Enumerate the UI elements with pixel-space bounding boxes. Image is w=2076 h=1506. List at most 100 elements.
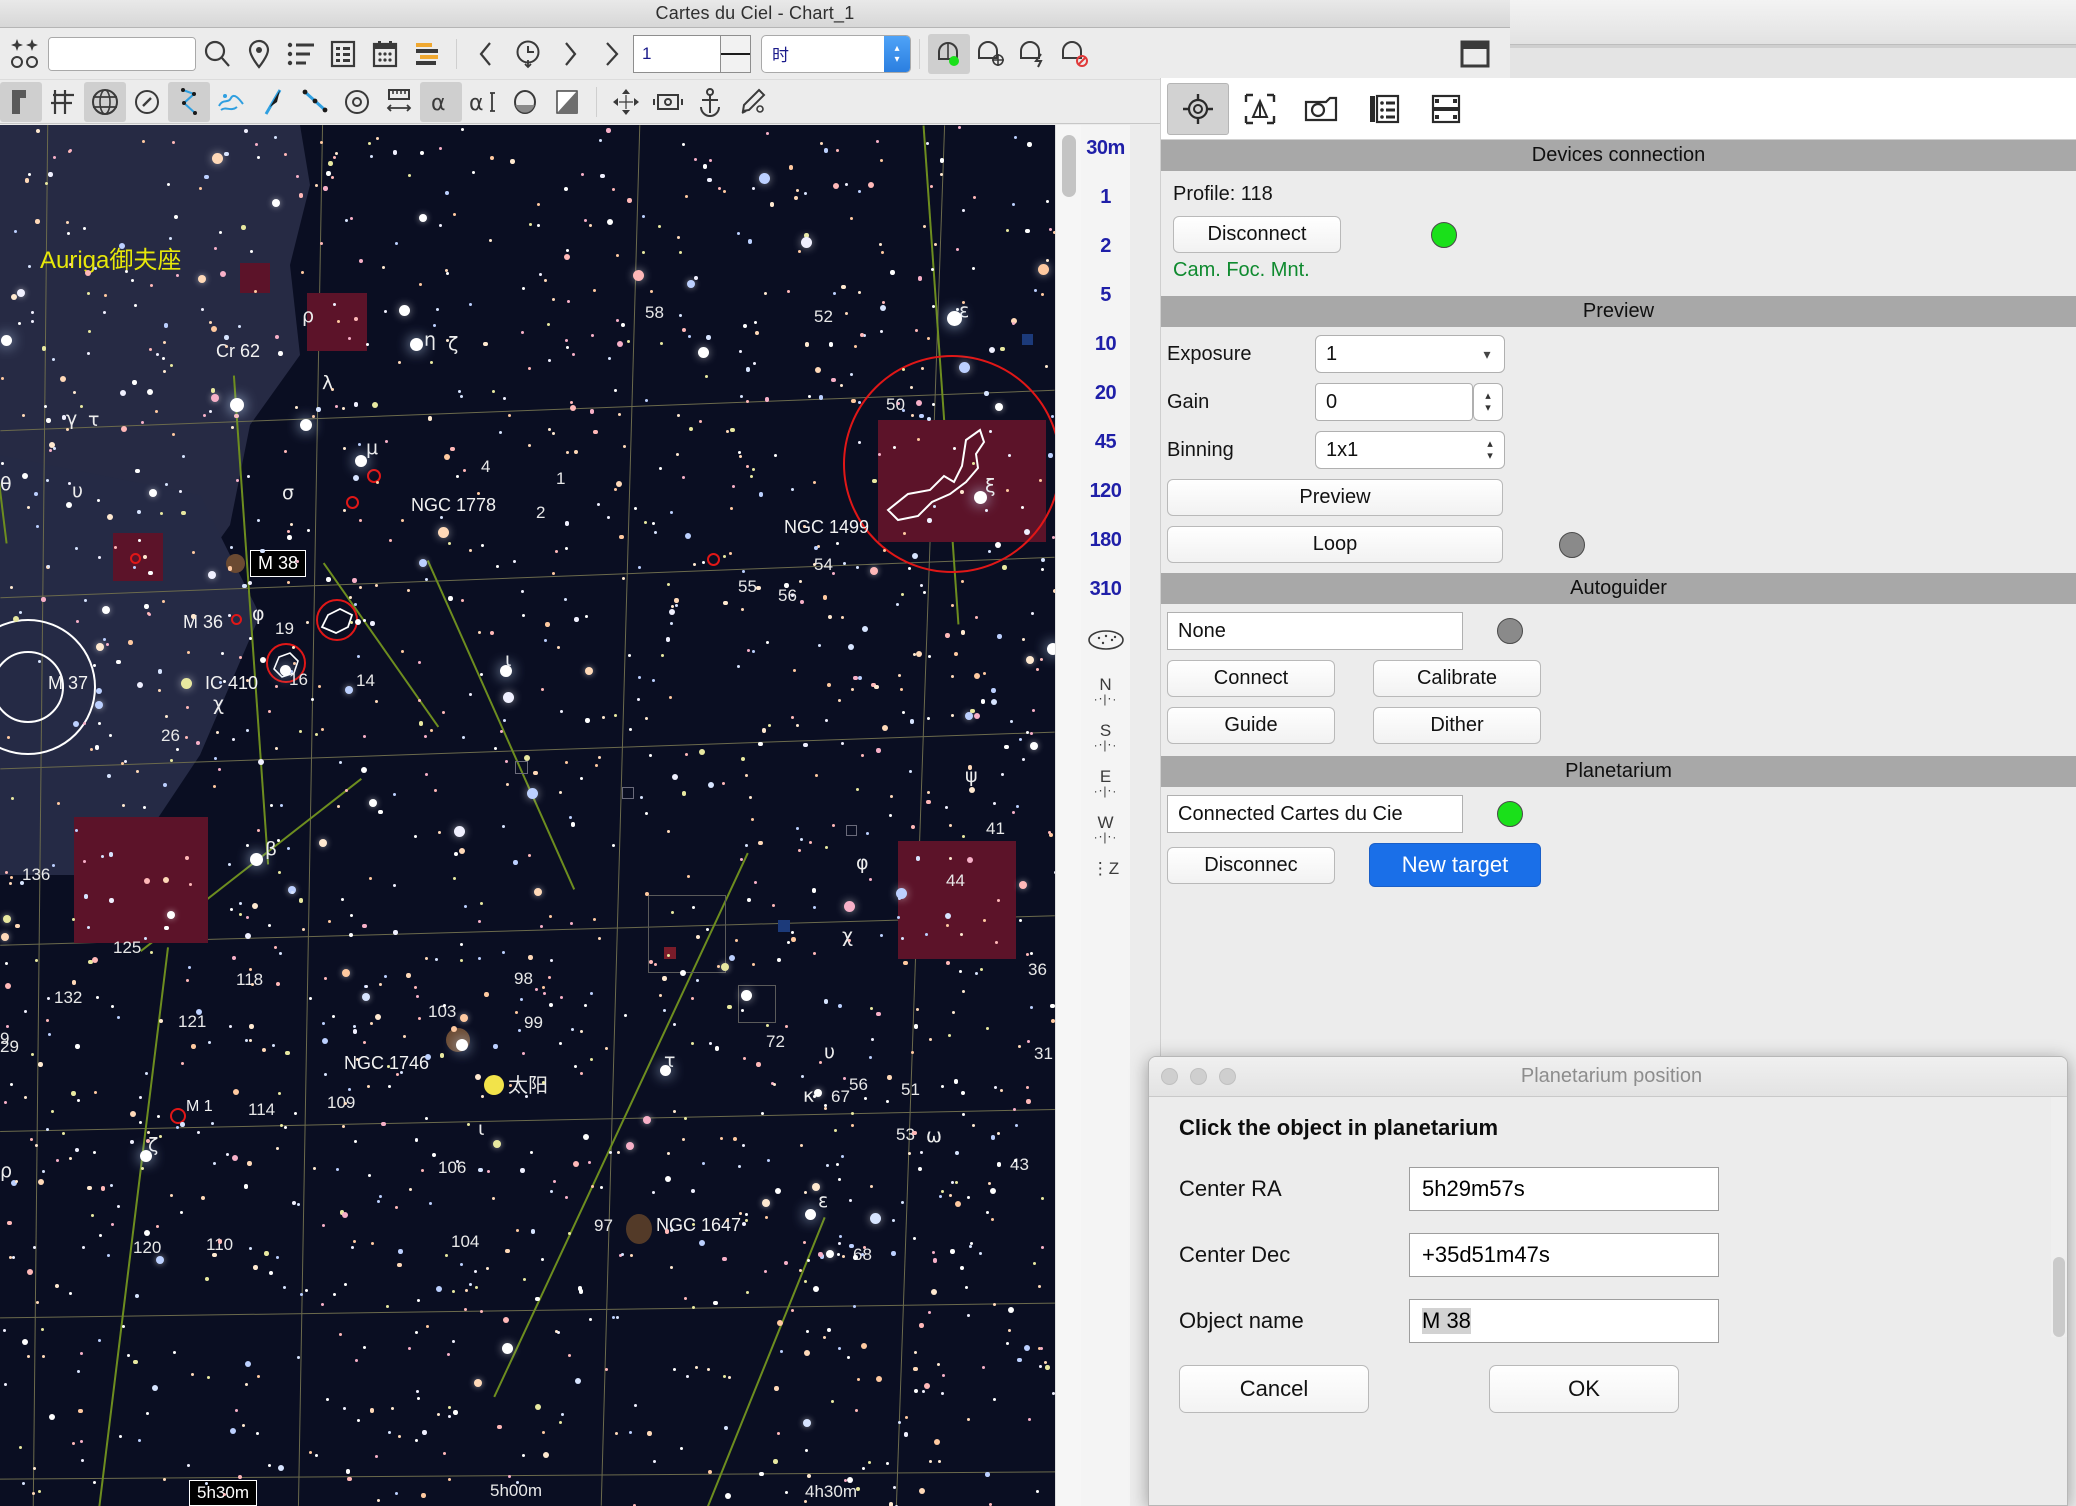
zoom-level-5[interactable]: 20 — [1095, 382, 1117, 405]
rectangle-select-icon[interactable] — [647, 82, 689, 122]
calendar-icon[interactable] — [364, 34, 406, 74]
tab-main[interactable] — [1167, 82, 1229, 135]
scrollbar-thumb[interactable] — [1062, 135, 1076, 197]
zoom-level-2[interactable]: 2 — [1100, 235, 1111, 258]
forward-icon[interactable] — [591, 34, 633, 74]
alpha-labels-icon[interactable]: α — [420, 81, 462, 122]
time-unit-stepper-icon[interactable]: ▴ ▾ — [884, 35, 910, 72]
tab-sequence[interactable] — [1353, 83, 1415, 135]
minimize-icon[interactable] — [1190, 1068, 1207, 1085]
pointer-tool-icon[interactable] — [0, 81, 42, 122]
direction-south[interactable]: S ·⋅|⋅· — [1094, 722, 1118, 752]
star — [790, 1308, 794, 1312]
loop-button[interactable]: Loop — [1167, 526, 1503, 563]
tab-video[interactable] — [1415, 83, 1477, 135]
zoom-level-9[interactable]: 310 — [1090, 578, 1122, 601]
alpha-bracket-icon[interactable]: α — [462, 82, 504, 122]
tab-camera[interactable] — [1291, 83, 1353, 135]
ecliptic-line-icon[interactable] — [252, 82, 294, 122]
preview-button[interactable]: Preview — [1167, 479, 1503, 516]
table-icon[interactable] — [322, 34, 364, 74]
zoom-level-sidebar[interactable]: 30m 1 2 5 10 20 45 120 180 310 N ·⋅|⋅· S ·… — [1081, 125, 1130, 1506]
zoom-level-3[interactable]: 5 — [1100, 284, 1111, 307]
compass-icon[interactable] — [126, 82, 168, 122]
equatorial-grid-icon[interactable] — [42, 82, 84, 122]
azimuthal-grid-icon[interactable] — [84, 81, 126, 122]
galaxy-icon[interactable] — [1087, 627, 1125, 658]
tab-align[interactable] — [1229, 83, 1291, 135]
object-name-input[interactable]: M 38 — [1409, 1299, 1719, 1343]
chart-vertical-scrollbar[interactable] — [1055, 125, 1081, 1506]
measure-icon[interactable] — [378, 82, 420, 122]
telescope-abort-icon[interactable] — [1054, 34, 1096, 74]
center-dec-input[interactable]: +35d51m47s — [1409, 1233, 1719, 1277]
annotate-icon[interactable] — [731, 82, 773, 122]
sky-chart-canvas[interactable]: 太阳 Auriga御夫座 Cr 62 NGC 1778 M 36 M 37 IC… — [0, 125, 1055, 1506]
planetarium-disconnect-button[interactable]: Disconnec — [1167, 846, 1335, 884]
zoom-level-0[interactable]: 30m — [1086, 137, 1125, 160]
search-combo[interactable]: ▾ — [48, 36, 196, 71]
chevron-down-icon[interactable]: ▾ — [1470, 336, 1504, 372]
zoom-level-7[interactable]: 120 — [1090, 480, 1122, 503]
clock-now-icon[interactable] — [507, 34, 549, 74]
cancel-button[interactable]: Cancel — [1179, 1365, 1369, 1413]
guider-connect-button[interactable]: Connect — [1167, 660, 1335, 697]
time-step-stepper[interactable] — [721, 34, 751, 73]
exposure-combo[interactable]: 1 ▾ — [1315, 335, 1505, 373]
list-icon[interactable] — [280, 34, 322, 74]
stepper-icon[interactable]: ▴ ▾ — [1474, 384, 1502, 420]
close-icon[interactable] — [1161, 1068, 1178, 1085]
scrollbar-thumb[interactable] — [2053, 1257, 2065, 1337]
guider-dither-button[interactable]: Dither — [1373, 707, 1541, 744]
stepper-icon[interactable]: ▴ ▾ — [1476, 432, 1504, 468]
gain-input[interactable]: 0 — [1315, 383, 1473, 421]
star — [548, 975, 552, 979]
time-unit-combo[interactable]: 时 ▴ ▾ — [761, 34, 911, 73]
new-target-button[interactable]: New target — [1369, 843, 1541, 887]
star — [874, 684, 879, 690]
pan-icon[interactable] — [605, 82, 647, 122]
constellation-figure-icon[interactable] — [168, 81, 210, 122]
time-step-value[interactable]: 1 — [633, 34, 721, 73]
zoom-level-6[interactable]: 45 — [1095, 431, 1117, 454]
object-markers-icon[interactable] — [4, 34, 46, 74]
next-step-icon[interactable] — [549, 34, 591, 74]
search-input[interactable] — [49, 37, 195, 70]
ok-button[interactable]: OK — [1489, 1365, 1679, 1413]
autoguider-select[interactable]: None — [1167, 612, 1463, 650]
star — [423, 735, 427, 738]
sky-chart[interactable]: 太阳 Auriga御夫座 Cr 62 NGC 1778 M 36 M 37 IC… — [0, 125, 1055, 1506]
target-circle-icon[interactable] — [336, 82, 378, 122]
galactic-line-icon[interactable] — [294, 82, 336, 122]
prev-step-icon[interactable] — [465, 34, 507, 74]
zoom-level-8[interactable]: 180 — [1090, 529, 1122, 552]
telescope-connected-icon[interactable] — [928, 33, 970, 74]
telescope-sync-icon[interactable] — [1012, 34, 1054, 74]
direction-north[interactable]: N ·⋅|⋅· — [1094, 676, 1118, 706]
zoom-level-4[interactable]: 10 — [1095, 333, 1117, 356]
nebula-fill-icon[interactable] — [504, 82, 546, 122]
contrast-icon[interactable] — [546, 82, 588, 122]
location-pin-icon[interactable] — [238, 34, 280, 74]
layers-icon[interactable] — [406, 34, 448, 74]
anchor-icon[interactable] — [689, 82, 731, 122]
dialog-scrollbar[interactable] — [2051, 1097, 2067, 1337]
dso-label-m38-selected[interactable]: M 38 — [250, 550, 307, 577]
binning-select[interactable]: 1x1 ▴ ▾ — [1315, 431, 1505, 469]
zoom-level-1[interactable]: 1 — [1100, 186, 1111, 209]
star — [342, 508, 346, 512]
direction-zenith[interactable]: ⋮Z — [1092, 860, 1119, 877]
direction-east[interactable]: E ·⋅|⋅· — [1094, 768, 1118, 798]
disconnect-button[interactable]: Disconnect — [1173, 216, 1341, 253]
gain-stepper[interactable]: ▴ ▾ — [1473, 383, 1503, 421]
search-icon[interactable] — [196, 34, 238, 74]
telescope-slew-icon[interactable] — [970, 34, 1012, 74]
planetarium-position-dialog[interactable]: Planetarium position Click the object in… — [1148, 1056, 2068, 1506]
direction-west[interactable]: W ·⋅|⋅· — [1094, 814, 1118, 844]
maximize-icon[interactable] — [1219, 1068, 1236, 1085]
center-ra-input[interactable]: 5h29m57s — [1409, 1167, 1719, 1211]
window-layout-icon[interactable] — [1454, 34, 1496, 74]
guider-guide-button[interactable]: Guide — [1167, 707, 1335, 744]
constellation-art-icon[interactable] — [210, 82, 252, 122]
guider-calibrate-button[interactable]: Calibrate — [1373, 660, 1541, 697]
